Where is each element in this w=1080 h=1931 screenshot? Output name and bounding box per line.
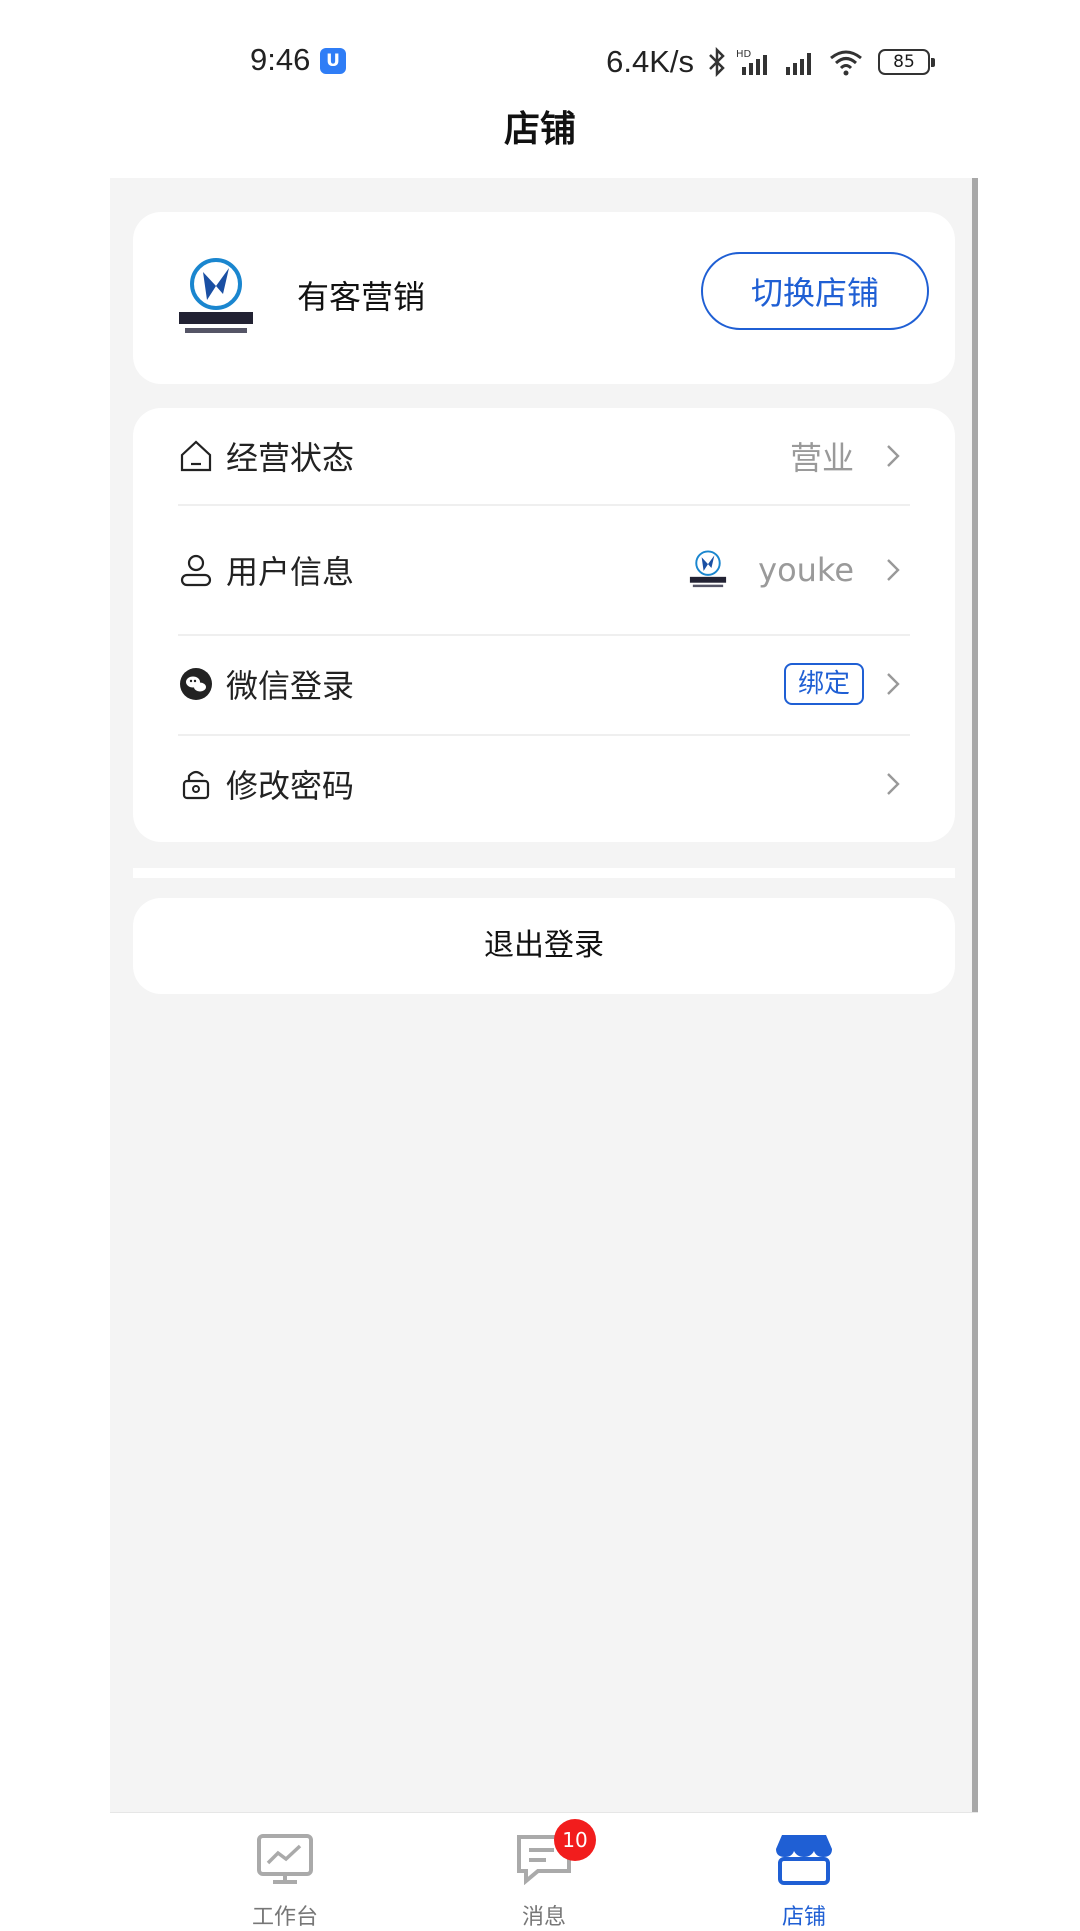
tab-store[interactable]: 店铺 bbox=[724, 1833, 884, 1931]
menu-item-label: 经营状态 bbox=[226, 439, 355, 477]
wechat-icon bbox=[178, 666, 214, 702]
net-speed: 6.4K/s bbox=[606, 44, 694, 79]
content-area: 有客营销 切换店铺 经营状态 营业 用户信息 youke 微信登录 绑定 修改密… bbox=[110, 178, 978, 1812]
home-icon bbox=[178, 438, 214, 474]
divider bbox=[178, 634, 910, 636]
wifi-icon bbox=[830, 50, 862, 76]
chevron-right-icon bbox=[876, 553, 910, 587]
monitor-chart-icon bbox=[255, 1833, 315, 1885]
tab-messages[interactable]: 10 消息 bbox=[464, 1819, 624, 1931]
divider bbox=[178, 504, 910, 506]
divider bbox=[178, 734, 910, 736]
chevron-right-icon bbox=[876, 667, 910, 701]
shield-app-icon: U bbox=[320, 48, 346, 74]
tab-label: 消息 bbox=[521, 1905, 566, 1930]
lock-icon bbox=[178, 766, 214, 802]
menu-card: 经营状态 营业 用户信息 youke 微信登录 绑定 修改密码 bbox=[133, 408, 955, 842]
business-status-value: 营业 bbox=[789, 439, 854, 477]
youke-market-logo bbox=[179, 258, 253, 333]
page-header: 店铺 bbox=[0, 100, 1080, 178]
logout-button[interactable]: 退出登录 bbox=[133, 898, 955, 994]
menu-item-label: 修改密码 bbox=[226, 767, 355, 805]
page-title: 店铺 bbox=[503, 109, 576, 150]
menu-item-user-info[interactable]: 用户信息 youke bbox=[178, 544, 910, 596]
menu-item-label: 用户信息 bbox=[226, 553, 355, 591]
hd-signal-icon: HD bbox=[736, 49, 767, 75]
status-right: 6.4K/s HD 85 bbox=[606, 42, 935, 82]
user-icon bbox=[178, 552, 214, 588]
section-divider bbox=[133, 868, 955, 878]
tab-label: 店铺 bbox=[781, 1905, 826, 1930]
user-avatar bbox=[690, 550, 727, 588]
battery-icon: 85 bbox=[878, 49, 935, 75]
menu-item-business-status[interactable]: 经营状态 营业 bbox=[178, 430, 910, 482]
message-icon: 10 bbox=[514, 1819, 596, 1886]
unread-badge: 10 bbox=[554, 1819, 596, 1861]
bottom-tab-bar: 工作台 10 消息 店铺 bbox=[110, 1812, 978, 1930]
menu-item-wechat-login[interactable]: 微信登录 绑定 bbox=[178, 658, 910, 710]
store-icon bbox=[774, 1833, 834, 1885]
bluetooth-icon bbox=[709, 47, 725, 77]
username-value: youke bbox=[758, 551, 854, 589]
menu-item-label: 微信登录 bbox=[226, 667, 355, 705]
status-bar: 9:46 U 6.4K/s HD 85 bbox=[0, 0, 1080, 110]
store-name: 有客营销 bbox=[297, 278, 426, 316]
menu-item-change-password[interactable]: 修改密码 bbox=[178, 758, 910, 810]
chevron-right-icon bbox=[876, 767, 910, 801]
tab-label: 工作台 bbox=[251, 1905, 318, 1930]
store-card: 有客营销 切换店铺 bbox=[133, 212, 955, 384]
chevron-right-icon bbox=[876, 439, 910, 473]
switch-store-button[interactable]: 切换店铺 bbox=[701, 252, 929, 330]
svg-text:HD: HD bbox=[736, 49, 752, 60]
scrollbar[interactable] bbox=[972, 178, 978, 1812]
tab-workbench[interactable]: 工作台 bbox=[205, 1833, 365, 1931]
signal-icon bbox=[786, 53, 811, 75]
logout-card: 退出登录 bbox=[133, 898, 955, 994]
bind-badge[interactable]: 绑定 bbox=[783, 663, 864, 705]
status-time: 9:46 bbox=[250, 42, 311, 77]
